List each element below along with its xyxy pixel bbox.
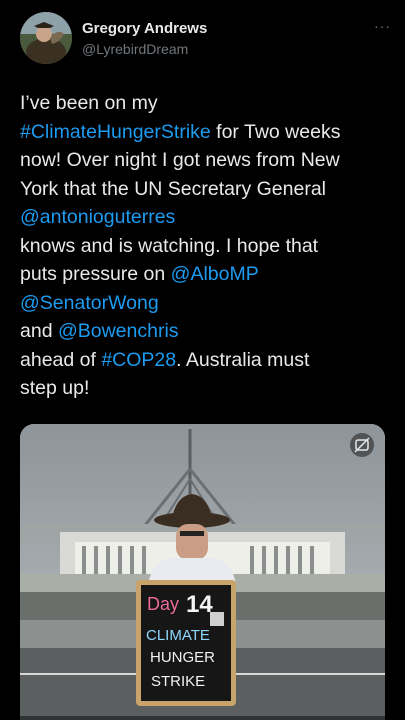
hashtag-link[interactable]: #COP28	[101, 349, 176, 371]
tweet-header: Gregory Andrews @LyrebirdDream ···	[20, 12, 391, 68]
more-options-icon[interactable]: ···	[374, 18, 391, 34]
tweet-line: and @Bowenchris	[20, 317, 390, 346]
tweet-line: York that the UN Secretary General	[20, 175, 390, 204]
mention-link[interactable]: @antonioguterres	[20, 206, 175, 228]
tweet-line: @antonioguterres	[20, 203, 390, 232]
tweet-text-segment: and	[20, 320, 58, 342]
tweet-line: knows and is watching. I hope that	[20, 232, 390, 261]
mention-link[interactable]: @Bowenchris	[58, 320, 179, 342]
tweet-line: puts pressure on @AlboMP	[20, 260, 390, 289]
author-name[interactable]: Gregory Andrews	[82, 20, 207, 37]
tweet-line: ahead of #COP28. Australia must	[20, 346, 390, 375]
tweet-text-segment: ahead of	[20, 348, 102, 371]
sign-line3-text: STRIKE	[151, 673, 205, 690]
sign-line1-text: CLIMATE	[146, 627, 210, 644]
bottom-divider	[20, 716, 385, 720]
tweet-text-segment: step up!	[20, 377, 90, 399]
tweet-text-segment: puts pressure on	[20, 263, 171, 285]
tweet-text: I’ve been on my #ClimateHungerStrike for…	[20, 89, 390, 403]
sign-line2-text: HUNGER	[150, 649, 215, 666]
sign-day-text: Day	[147, 594, 179, 614]
tweet-text-segment: for Two weeks	[210, 120, 341, 143]
protest-photo: Day 14 CLIMATE HUNGER STRIKE	[20, 424, 385, 720]
media-sensitive-icon[interactable]	[350, 433, 374, 457]
tweet-line: @SenatorWong	[20, 289, 390, 318]
tweet-text-segment: York that the UN Secretary General	[20, 177, 327, 200]
author-handle[interactable]: @LyrebirdDream	[82, 41, 188, 57]
sign-number-text: 14	[186, 591, 213, 618]
hashtag-link[interactable]: #ClimateHungerStrike	[20, 121, 211, 143]
tweet-text-segment: now! Over night I got news from New	[20, 149, 340, 171]
tweet-media-photo[interactable]: Day 14 CLIMATE HUNGER STRIKE	[20, 424, 385, 720]
mention-link[interactable]: @SenatorWong	[20, 292, 159, 314]
avatar[interactable]	[20, 12, 72, 64]
tweet-line: step up!	[20, 374, 390, 403]
tweet-text-segment: . Australia must	[176, 348, 310, 371]
tweet-line: now! Over night I got news from New	[20, 146, 390, 175]
tweet-text-segment: knows and is watching. I hope that	[20, 234, 319, 257]
tweet-line: #ClimateHungerStrike for Two weeks	[20, 118, 390, 147]
tweet-text-segment: I’ve been on my	[20, 92, 158, 114]
tweet-line: I’ve been on my	[20, 89, 390, 118]
mention-link[interactable]: @AlboMP	[171, 263, 259, 285]
